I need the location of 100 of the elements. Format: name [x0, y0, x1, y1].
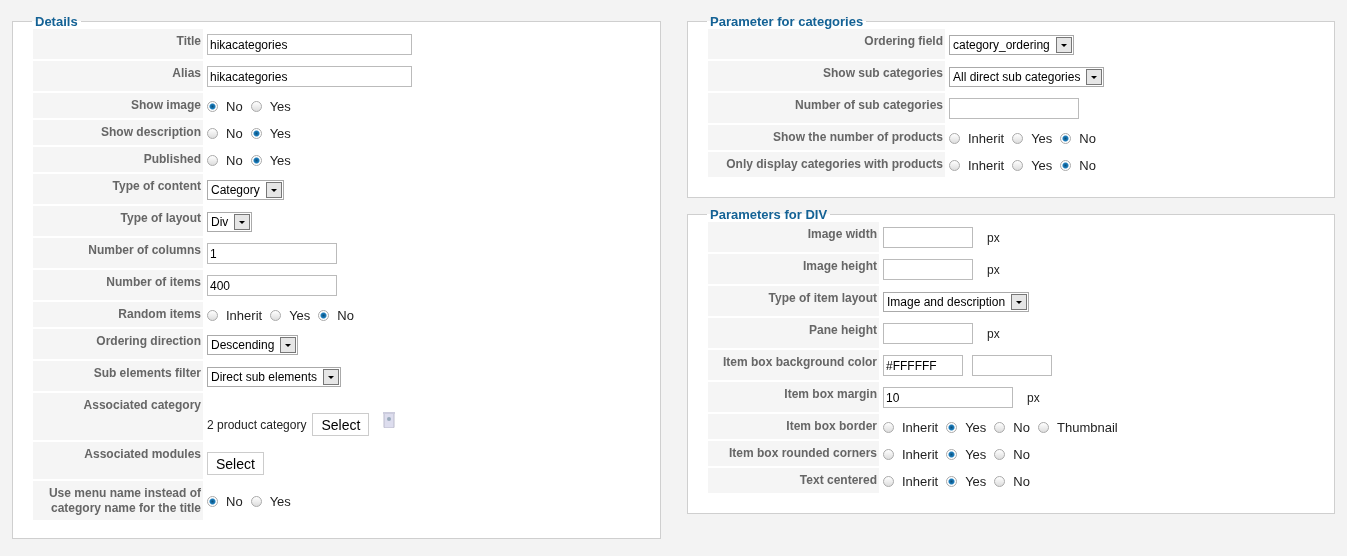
radio-icon[interactable] [949, 133, 960, 144]
field-label: Show sub categories [708, 61, 947, 91]
text-field[interactable] [883, 227, 973, 248]
radio-option[interactable]: Yes [250, 153, 291, 168]
trash-icon[interactable] [383, 411, 396, 428]
field-label: Pane height [708, 318, 881, 348]
radio-icon[interactable] [946, 449, 958, 460]
field-label: Show image [33, 93, 205, 118]
dropdown[interactable]: All direct sub categories [949, 67, 1105, 87]
radio-option[interactable]: No [994, 474, 1030, 489]
unit-label: px [1027, 390, 1040, 405]
radio-option[interactable]: No [994, 420, 1030, 435]
radio-option[interactable]: No [207, 99, 243, 114]
field-label: Show the number of products [708, 125, 947, 150]
radio-icon[interactable] [883, 476, 894, 487]
radio-option[interactable]: Yes [946, 474, 987, 489]
select-button[interactable]: Select [312, 413, 370, 436]
category-value: 2 product category [207, 417, 307, 432]
radio-icon[interactable] [250, 496, 262, 507]
field-label: Item box border [708, 414, 881, 439]
text-field[interactable] [883, 259, 973, 280]
radio-option[interactable]: Yes [250, 99, 291, 114]
field-label: Number of items [33, 270, 205, 300]
radio-icon[interactable] [994, 476, 1006, 487]
text-field[interactable] [883, 323, 973, 344]
field-label: Item box rounded corners [708, 441, 881, 466]
radio-icon[interactable] [1060, 133, 1072, 144]
dropdown[interactable]: Descending [207, 335, 299, 355]
radio-icon[interactable] [207, 496, 218, 507]
radio-icon[interactable] [883, 449, 894, 460]
dropdown[interactable]: Direct sub elements [207, 367, 342, 387]
radio-icon[interactable] [207, 310, 218, 321]
radio-icon[interactable] [994, 422, 1006, 433]
radio-option[interactable]: Yes [1012, 131, 1053, 146]
field-label: Text centered [708, 468, 881, 493]
field-label: Ordering direction [33, 329, 205, 359]
radio-option[interactable]: No [994, 447, 1030, 462]
radio-option[interactable]: Inherit [949, 131, 1005, 146]
field-label: Type of layout [33, 206, 205, 236]
text-field[interactable]: hikacategories [207, 34, 412, 55]
field-label: Ordering field [708, 29, 947, 59]
radio-option[interactable]: Yes [250, 494, 291, 509]
radio-icon[interactable] [994, 449, 1006, 460]
radio-option[interactable]: Inherit [883, 420, 939, 435]
field-label: Item box background color [708, 350, 881, 380]
radio-icon[interactable] [207, 155, 218, 166]
text-field[interactable] [949, 98, 1079, 119]
radio-option[interactable]: Yes [270, 308, 311, 323]
radio-option[interactable]: Yes [946, 447, 987, 462]
radio-option[interactable]: No [318, 308, 354, 323]
radio-option[interactable]: No [1060, 131, 1096, 146]
radio-option[interactable]: No [207, 153, 243, 168]
dropdown[interactable]: Category [207, 180, 284, 200]
color-field[interactable]: #FFFFFF [883, 355, 963, 376]
select-button[interactable]: Select [207, 452, 264, 475]
radio-option[interactable]: No [207, 494, 243, 509]
radio-option[interactable]: No [1060, 158, 1096, 173]
radio-option[interactable]: Yes [1012, 158, 1053, 173]
radio-icon[interactable] [883, 422, 894, 433]
field-label: Show description [33, 120, 205, 145]
radio-icon[interactable] [250, 101, 262, 112]
radio-icon[interactable] [1060, 160, 1072, 171]
radio-icon[interactable] [949, 160, 960, 171]
dropdown[interactable]: Image and description [883, 292, 1030, 312]
text-field[interactable]: hikacategories [207, 66, 412, 87]
radio-icon[interactable] [207, 128, 218, 139]
radio-icon[interactable] [270, 310, 282, 321]
radio-option[interactable]: Yes [250, 126, 291, 141]
radio-icon[interactable] [1012, 133, 1024, 144]
section-title: Details [34, 14, 79, 29]
field-label: Item box margin [708, 382, 881, 412]
radio-option[interactable]: Inherit [949, 158, 1005, 173]
field-label: Use menu name instead of category name for the title [33, 481, 205, 520]
text-field[interactable]: 1 [207, 243, 337, 264]
radio-option[interactable]: Inherit [883, 447, 939, 462]
field-label: Associated modules [33, 442, 205, 479]
text-field[interactable]: 400 [207, 275, 337, 296]
radio-icon[interactable] [1012, 160, 1024, 171]
radio-icon[interactable] [250, 128, 262, 139]
radio-icon[interactable] [318, 310, 330, 321]
radio-icon[interactable] [946, 422, 958, 433]
unit-label: px [987, 326, 1000, 341]
dropdown[interactable]: category_ordering [949, 35, 1074, 55]
radio-option[interactable]: Inherit [207, 308, 263, 323]
field-label: Number of columns [33, 238, 205, 268]
color-preview-field[interactable] [972, 355, 1052, 376]
text-field[interactable]: 10 [883, 387, 1013, 408]
radio-option[interactable]: Inherit [883, 474, 939, 489]
radio-icon[interactable] [250, 155, 262, 166]
section-title: Parameters for DIV [709, 207, 829, 222]
section-title: Parameter for categories [709, 14, 865, 29]
field-label: Sub elements filter [33, 361, 205, 391]
radio-option[interactable]: Yes [946, 420, 987, 435]
radio-icon[interactable] [1038, 422, 1049, 433]
radio-option[interactable]: No [207, 126, 243, 141]
radio-icon[interactable] [946, 476, 958, 487]
dropdown[interactable]: Div [207, 212, 253, 232]
field-label: Only display categories with products [708, 152, 947, 177]
radio-icon[interactable] [207, 101, 218, 112]
radio-option[interactable]: Thumbnail [1038, 420, 1118, 435]
